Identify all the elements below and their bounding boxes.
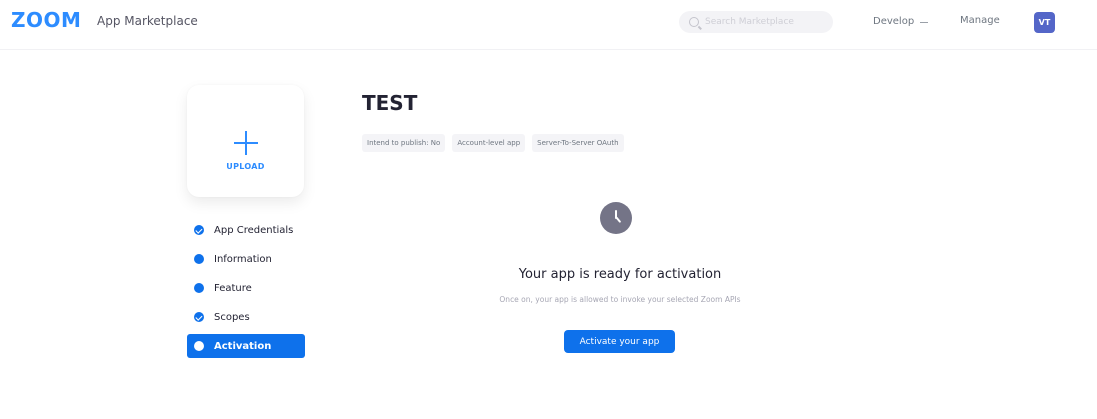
- develop-menu[interactable]: Develop: [873, 16, 929, 27]
- zoom-logo[interactable]: ZOOM: [11, 8, 81, 32]
- page-title: TEST: [362, 91, 418, 115]
- ready-description: Once on, your app is allowed to invoke y…: [499, 295, 741, 304]
- manage-link[interactable]: Manage: [960, 15, 1000, 26]
- sidebar-item-label: Information: [214, 253, 272, 265]
- sidebar-item-label: App Credentials: [214, 224, 294, 236]
- tag-account-level: Account-level app: [452, 134, 526, 152]
- dot-icon: [194, 341, 204, 351]
- app-tags: Intend to publish: No Account-level app …: [362, 134, 624, 152]
- dot-icon: [194, 254, 204, 264]
- sidebar-item-app-credentials[interactable]: App Credentials: [187, 218, 305, 242]
- search-box[interactable]: [679, 11, 833, 33]
- chevron-down-icon: [920, 21, 929, 23]
- sidebar-nav: App Credentials Information Feature Scop…: [187, 218, 305, 363]
- upload-card[interactable]: UPLOAD: [187, 85, 304, 197]
- clock-icon: [600, 202, 632, 234]
- sidebar-item-information[interactable]: Information: [187, 247, 305, 271]
- sidebar-item-scopes[interactable]: Scopes: [187, 305, 305, 329]
- sidebar-item-label: Activation: [214, 340, 272, 352]
- check-circle-icon: [194, 225, 204, 235]
- dot-icon: [194, 283, 204, 293]
- search-icon: [689, 17, 699, 27]
- top-header: ZOOM App Marketplace Develop Manage VT: [0, 0, 1097, 50]
- search-input[interactable]: [705, 17, 825, 27]
- sidebar-item-feature[interactable]: Feature: [187, 276, 305, 300]
- sidebar-item-label: Scopes: [214, 311, 250, 323]
- marketplace-title[interactable]: App Marketplace: [97, 14, 198, 28]
- check-circle-icon: [194, 312, 204, 322]
- activate-button[interactable]: Activate your app: [564, 330, 675, 353]
- ready-title: Your app is ready for activation: [518, 267, 722, 282]
- plus-icon: [233, 131, 258, 155]
- develop-label: Develop: [873, 16, 915, 27]
- tag-publish: Intend to publish: No: [362, 134, 446, 152]
- sidebar-item-activation[interactable]: Activation: [187, 334, 305, 358]
- avatar[interactable]: VT: [1034, 12, 1055, 33]
- sidebar-item-label: Feature: [214, 282, 252, 294]
- tag-oauth-type: Server-To-Server OAuth: [532, 134, 624, 152]
- upload-label: UPLOAD: [226, 162, 265, 171]
